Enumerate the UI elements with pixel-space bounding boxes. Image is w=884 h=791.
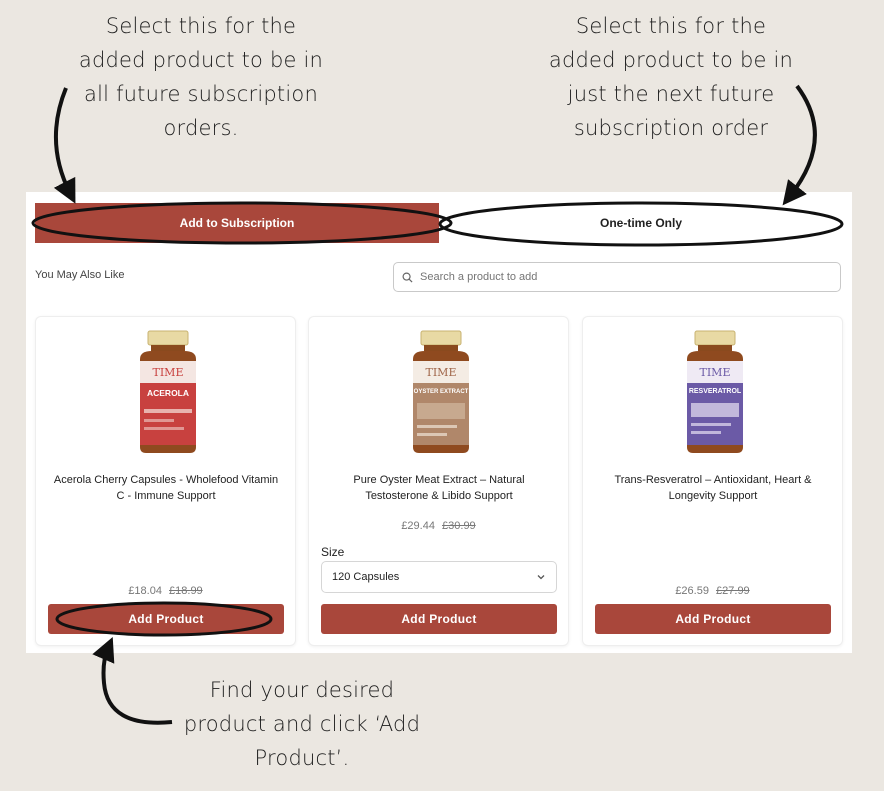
highlight-oval-add-product xyxy=(55,601,273,637)
arrow-icon xyxy=(53,87,76,204)
arrow-icon xyxy=(782,84,817,206)
highlight-oval-one-time xyxy=(438,201,844,247)
annotation-overlay xyxy=(31,84,844,725)
arrow-icon xyxy=(92,636,173,725)
highlight-oval-subscription xyxy=(31,201,453,245)
